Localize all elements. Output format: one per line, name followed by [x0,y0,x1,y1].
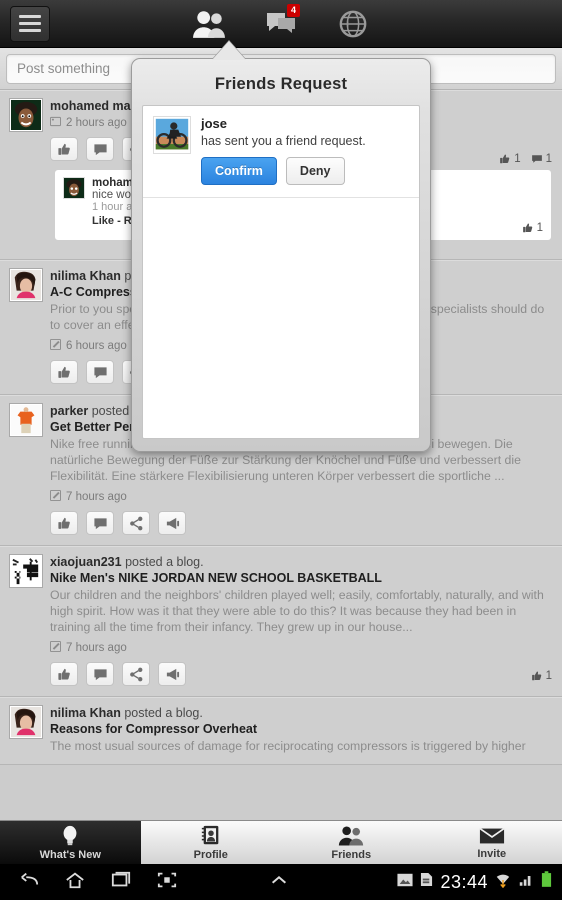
post-actions [50,511,552,535]
avatar [10,404,42,436]
like-icon[interactable] [50,360,78,384]
post-text: Our children and the neighbors' children… [50,588,544,634]
post-time: 7 hours ago [66,642,127,654]
like-number: 1 [514,153,521,165]
feed-post[interactable]: nilima Khan posted a blog. Reasons for C… [0,697,562,765]
tab-label: Friends [331,849,372,861]
tab-label: Profile [193,849,228,861]
comment-avatar [63,177,85,199]
clock: 23:44 [440,871,488,892]
globe-icon[interactable] [332,4,374,44]
post-author[interactable]: mohamed mah [50,99,138,113]
comment-count: 1 [531,153,552,165]
request-buttons: Confirm Deny [201,157,366,185]
post-author[interactable]: parker [50,404,88,418]
contact-card-icon [201,825,219,845]
post-counters: 1 1 [499,153,552,165]
back-icon[interactable] [18,870,40,895]
post-time: 6 hours ago [66,340,127,352]
like-count: 1 [531,670,552,682]
image-icon [397,873,414,892]
bottom-tab-bar: What's New Profile Friends Invite [0,820,562,866]
lightbulb-icon [63,825,77,846]
requester-name[interactable]: jose [201,116,366,131]
post-author[interactable]: nilima Khan [50,269,121,283]
like-icon[interactable] [50,511,78,535]
two-people-icon [339,826,364,846]
battery-icon [541,871,552,893]
post-text: The most usual sources of damage for rec… [50,739,526,753]
friend-request-item[interactable]: jose has sent you a friend request. Conf… [143,106,419,198]
comment-icon[interactable] [86,360,114,384]
post-time: 2 hours ago [66,117,127,129]
top-nav-icons: 4 [0,3,562,44]
recents-icon[interactable] [110,870,132,895]
home-icon[interactable] [64,870,86,895]
request-message: has sent you a friend request. [201,134,366,148]
blog-icon [50,490,61,504]
messages-badge: 4 [287,3,300,17]
like-count: 1 [499,153,521,165]
status-icons: 23:44 [397,871,552,893]
avatar [10,555,42,587]
comment-like-count: 1 [522,222,543,234]
share-icon[interactable] [122,662,150,686]
post-counters: 1 [531,670,552,682]
comment-icon[interactable] [86,137,114,161]
expand-up-icon[interactable] [268,870,290,895]
promote-icon[interactable] [158,662,186,686]
envelope-icon [479,827,505,844]
deny-button[interactable]: Deny [285,157,345,185]
post-title[interactable]: Reasons for Compressor Overheat [50,722,552,736]
avatar [10,99,42,131]
dialog-pointer-arrow [212,41,246,60]
friends-request-dialog[interactable]: Friends Request jose has sent you a frie… [131,58,431,452]
avatar [10,269,42,301]
tab-profile[interactable]: Profile [140,821,281,864]
tab-friends[interactable]: Friends [281,821,422,864]
android-system-bar: 23:44 [0,864,562,900]
like-number: 1 [545,670,552,682]
blog-icon [50,339,61,353]
feed-post[interactable]: xiaojuan231 posted a blog. Nike Men's NI… [0,546,562,697]
tab-invite[interactable]: Invite [421,821,562,864]
share-icon[interactable] [122,511,150,535]
comment-icon[interactable] [86,662,114,686]
dialog-title: Friends Request [214,75,348,93]
wifi-icon [495,872,511,893]
top-app-bar: 4 [0,0,562,48]
comment-icon[interactable] [86,511,114,535]
post-author[interactable]: nilima Khan [50,706,121,720]
post-time: 7 hours ago [66,491,127,503]
screenshot-icon[interactable] [156,870,178,895]
app-root: 4 Post something mohamed mah 2 hours ago… [0,0,562,900]
post-title[interactable]: Nike Men's NIKE JORDAN NEW SCHOOL BASKET… [50,571,552,585]
promote-icon[interactable] [158,511,186,535]
messages-icon[interactable]: 4 [260,3,302,44]
like-icon[interactable] [50,662,78,686]
confirm-button[interactable]: Confirm [201,157,277,185]
sd-card-icon [420,872,433,892]
tab-whats-new[interactable]: What's New [0,821,141,866]
dialog-content-panel: jose has sent you a friend request. Conf… [142,105,420,439]
comment-like-number: 1 [536,222,543,234]
post-actions [50,662,552,686]
signal-icon [518,873,534,892]
tab-label: What's New [39,849,101,861]
post-author[interactable]: xiaojuan231 [50,555,122,569]
blog-icon [50,641,61,655]
post-action: posted a blog. [124,706,203,720]
requester-avatar [153,116,191,154]
photo-icon [50,116,61,130]
friends-icon[interactable] [188,4,230,44]
tab-label: Invite [477,848,507,860]
avatar [10,706,42,738]
like-icon[interactable] [50,137,78,161]
post-action: posted a blog. [125,555,204,569]
comment-number: 1 [545,153,552,165]
system-nav-buttons [0,870,290,895]
